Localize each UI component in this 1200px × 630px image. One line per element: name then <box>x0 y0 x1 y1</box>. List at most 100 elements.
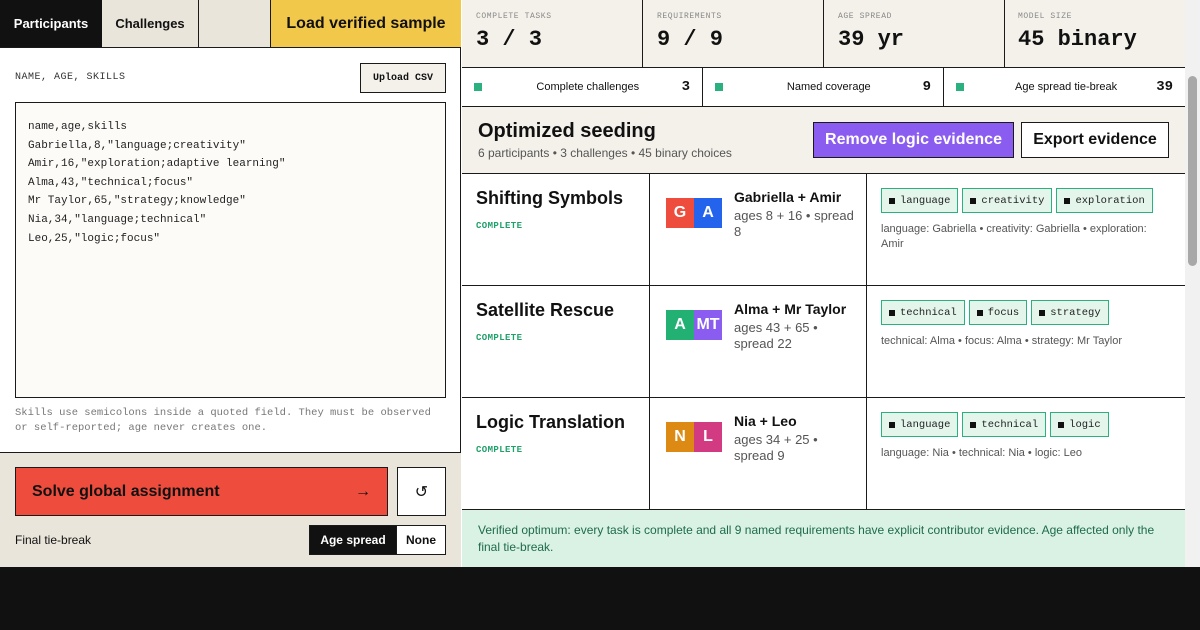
team-ages: ages 43 + 65 • spread 22 <box>734 320 818 351</box>
status-dot-icon <box>956 83 964 91</box>
challenge-cell: Shifting Symbols COMPLETE <box>462 174 650 285</box>
evidence-text: language: Gabriella • creativity: Gabrie… <box>881 223 1147 250</box>
skill-tag-label: creativity <box>981 194 1045 207</box>
metric-value: 39 <box>1156 79 1173 95</box>
action-area: Solve global assignment → ↺ Final tie-br… <box>0 452 461 567</box>
skill-tag-label: technical <box>981 418 1039 431</box>
page-title: Optimized seeding <box>478 120 656 142</box>
solve-button[interactable]: Solve global assignment → <box>15 467 388 516</box>
export-evidence-button[interactable]: Export evidence <box>1021 122 1169 158</box>
stat-label: MODEL SIZE <box>1018 12 1073 21</box>
team-names: Alma + Mr Taylor <box>734 301 847 317</box>
skill-tag: strategy <box>1031 300 1109 325</box>
stat-value: 45 binary <box>1018 27 1137 52</box>
challenge-cell: Logic Translation COMPLETE <box>462 398 650 509</box>
square-icon <box>889 197 895 204</box>
square-icon <box>970 197 977 204</box>
stat-value: 39 yr <box>838 27 905 52</box>
page-subtitle: 6 participants • 3 challenges • 45 binar… <box>478 146 732 160</box>
square-icon <box>889 421 895 428</box>
metric-label: Complete challenges <box>536 81 640 93</box>
status-dot-icon <box>715 83 723 91</box>
avatar: MT <box>694 310 722 340</box>
stat-age-spread: AGE SPREAD 39 yr <box>824 0 1005 67</box>
requirements-cell: language technical logic language: Nia •… <box>867 398 1185 509</box>
skill-tag-label: technical <box>900 306 957 319</box>
challenge-row: Logic Translation COMPLETE N L Nia + Leo… <box>462 398 1185 510</box>
metric-label: Age spread tie-break <box>1015 81 1118 93</box>
challenge-row: Satellite Rescue COMPLETE A MT Alma + Mr… <box>462 286 1185 398</box>
challenge-row: Shifting Symbols COMPLETE G A Gabriella … <box>462 174 1185 286</box>
skill-tag: exploration <box>1056 188 1153 213</box>
reset-button[interactable]: ↺ <box>397 467 446 516</box>
metric-label: Named coverage <box>786 81 871 93</box>
skill-tag: language <box>881 412 959 437</box>
skill-tag-label: logic <box>1069 418 1101 431</box>
tab-participants[interactable]: Participants <box>0 0 102 47</box>
metric-age-spread-tiebreak: Age spread tie-break 39 <box>944 68 1185 106</box>
tiebreak-none[interactable]: None <box>396 526 445 554</box>
tag-list: language technical logic <box>881 412 1171 437</box>
stat-requirements: REQUIREMENTS 9 / 9 <box>643 0 824 67</box>
scrollbar-thumb[interactable] <box>1188 76 1197 266</box>
status-badge: COMPLETE <box>476 445 523 455</box>
status-badge: COMPLETE <box>476 221 523 231</box>
avatar: G <box>666 198 694 228</box>
team-ages: ages 8 + 16 • spread 8 <box>734 208 854 239</box>
tab-bar: Participants Challenges Load verified sa… <box>0 0 461 48</box>
skill-tag: focus <box>968 300 1028 325</box>
square-icon <box>970 421 977 428</box>
remove-logic-evidence-button[interactable]: Remove logic evidence <box>813 122 1014 158</box>
solve-button-label: Solve global assignment <box>32 482 220 500</box>
square-icon <box>889 309 895 316</box>
metric-named-coverage: Named coverage 9 <box>703 68 944 106</box>
avatar: A <box>694 198 722 228</box>
right-panel: COMPLETE TASKS 3 / 3 REQUIREMENTS 9 / 9 … <box>462 0 1185 567</box>
csv-help-text: Skills use semicolons inside a quoted fi… <box>15 407 431 434</box>
metric-value: 3 <box>681 79 690 95</box>
metric-complete-challenges: Complete challenges 3 <box>462 68 703 106</box>
avatar-group: G A <box>666 198 722 228</box>
stat-complete-tasks: COMPLETE TASKS 3 / 3 <box>462 0 643 67</box>
skill-tag-label: exploration <box>1075 194 1145 207</box>
csv-input[interactable]: name,age,skills Gabriella,8,"language;cr… <box>15 102 446 398</box>
square-icon <box>976 309 983 316</box>
tag-list: technical focus strategy <box>881 300 1171 325</box>
team-cell: N L Nia + Leo ages 34 + 25 • spread 9 <box>650 398 867 509</box>
square-icon <box>1058 421 1065 428</box>
status-dot-icon <box>474 83 482 91</box>
scrollbar[interactable] <box>1185 0 1200 567</box>
requirements-cell: language creativity exploration language… <box>867 174 1185 285</box>
tiebreak-toggle: Age spread None <box>309 525 446 555</box>
tiebreak-age-spread[interactable]: Age spread <box>310 526 396 554</box>
arrow-right-icon: → <box>355 482 371 500</box>
metrics-bar: Complete challenges 3 Named coverage 9 A… <box>462 68 1185 107</box>
tab-challenges[interactable]: Challenges <box>102 0 199 47</box>
square-icon <box>1039 309 1046 316</box>
skill-tag: logic <box>1050 412 1109 437</box>
tiebreak-label: Final tie-break <box>15 533 92 547</box>
tag-list: language creativity exploration <box>881 188 1171 213</box>
team-ages: ages 34 + 25 • spread 9 <box>734 432 818 463</box>
status-badge: COMPLETE <box>476 333 523 343</box>
skill-tag-label: language <box>900 418 951 431</box>
requirements-cell: technical focus strategy technical: Alma… <box>867 286 1185 397</box>
csv-field-label: NAME, AGE, SKILLS <box>15 72 126 83</box>
challenge-cell: Satellite Rescue COMPLETE <box>462 286 650 397</box>
skill-tag-label: focus <box>987 306 1020 319</box>
tab-spacer <box>199 0 271 47</box>
metric-value: 9 <box>922 79 931 95</box>
stat-model-size: MODEL SIZE 45 binary <box>1004 0 1185 67</box>
reset-icon: ↺ <box>414 483 429 501</box>
load-sample-button[interactable]: Load verified sample <box>271 0 461 47</box>
team-cell: A MT Alma + Mr Taylor ages 43 + 65 • spr… <box>650 286 867 397</box>
avatar-group: N L <box>666 422 722 452</box>
app-window: Participants Challenges Load verified sa… <box>0 0 1200 567</box>
evidence-text: technical: Alma • focus: Alma • strategy… <box>881 335 1123 347</box>
upload-csv-button[interactable]: Upload CSV <box>360 63 446 93</box>
evidence-text: language: Nia • technical: Nia • logic: … <box>881 447 1082 459</box>
team-names: Nia + Leo <box>734 413 797 429</box>
results-header: Optimized seeding 6 participants • 3 cha… <box>462 107 1185 174</box>
avatar-group: A MT <box>666 310 722 340</box>
skill-tag: technical <box>962 412 1047 437</box>
